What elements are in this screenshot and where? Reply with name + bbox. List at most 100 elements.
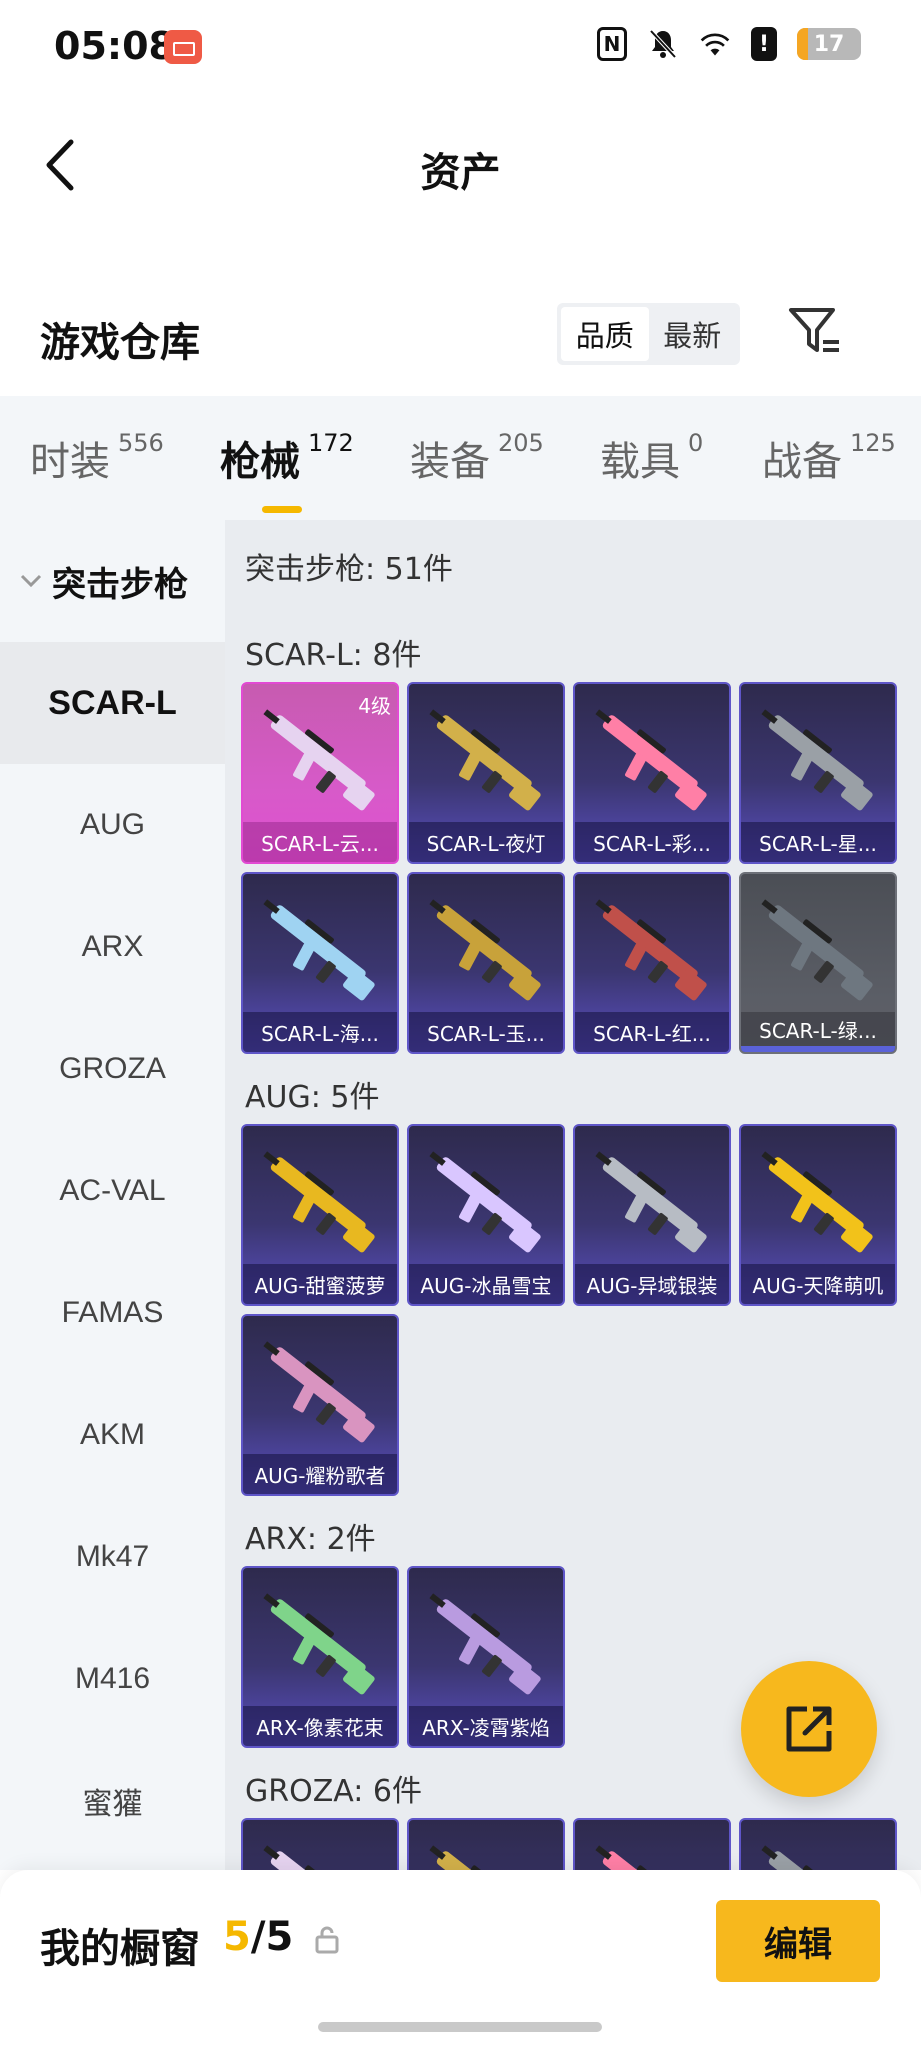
weapon-rifle-icon [761, 1151, 873, 1253]
weapon-name: SCAR-L-云... [243, 822, 397, 862]
weapon-card[interactable] [739, 1818, 897, 1870]
weapon-card[interactable] [573, 1818, 731, 1870]
sidebar-item-m416[interactable]: M416 [0, 1618, 225, 1740]
level-badge: 4级 [358, 694, 391, 718]
weapon-name: AUG-甜蜜菠萝 [243, 1264, 397, 1304]
sidebar-item-honey-badger[interactable]: 蜜獾 [0, 1740, 225, 1862]
page-title: 资产 [420, 150, 501, 196]
weapon-card[interactable]: SCAR-L-玉... [407, 872, 565, 1054]
mute-bell-icon [647, 26, 679, 62]
showcase-bar: 我的橱窗 5/5 编辑 [0, 1870, 921, 2050]
section-title: GROZA: 6件 [245, 1774, 422, 1809]
chevron-down-icon [20, 574, 42, 588]
tab-equipment[interactable]: 装备 205 [410, 429, 544, 487]
weapon-card[interactable]: SCAR-L-夜灯 [407, 682, 565, 864]
sort-latest-option[interactable]: 最新 [649, 307, 737, 361]
tab-weapons[interactable]: 枪械 172 [220, 429, 354, 513]
weapon-card[interactable]: AUG-天降萌叽 [739, 1124, 897, 1306]
tab-supplies[interactable]: 战备 125 [762, 429, 896, 487]
sort-quality-option[interactable]: 品质 [561, 307, 649, 361]
sidebar-item-groza[interactable]: GROZA [0, 1008, 225, 1130]
weapon-rifle-icon [761, 899, 873, 1001]
status-bar: 05:08 N ! 17 [0, 0, 921, 100]
weapon-name: AUG-冰晶雪宝 [409, 1264, 563, 1304]
category-tabs: 时装 556 枪械 172 装备 205 载具 0 战备 125 [0, 396, 921, 520]
showcase-label: 我的橱窗 [40, 1926, 200, 1972]
share-button[interactable] [741, 1661, 877, 1797]
weapon-name: AUG-异域银装 [575, 1264, 729, 1304]
section-title: SCAR-L: 8件 [245, 638, 422, 673]
alert-icon: ! [751, 27, 777, 61]
home-indicator[interactable] [318, 2022, 602, 2032]
filter-icon [789, 308, 839, 352]
weapon-card[interactable]: ARX-凌霄紫焰 [407, 1566, 565, 1748]
nfc-icon: N [597, 27, 627, 61]
battery-level: 17 [813, 31, 845, 57]
weapon-card[interactable]: AUG-耀粉歌者 [241, 1314, 399, 1496]
tab-label: 时装 [30, 439, 110, 485]
weapon-rifle-icon [263, 1845, 366, 1870]
sort-toggle: 品质 最新 [557, 303, 740, 365]
showcase-used: 5 [223, 1914, 251, 1960]
tab-count: 205 [498, 429, 544, 457]
weapon-name: SCAR-L-红... [575, 1012, 729, 1052]
weapon-name: SCAR-L-彩... [575, 822, 729, 862]
weapon-rifle-icon [761, 709, 873, 811]
filter-button[interactable] [785, 302, 845, 362]
sidebar-item-ac-val[interactable]: AC-VAL [0, 1130, 225, 1252]
battery-icon: 17 [797, 28, 861, 60]
weapon-rifle-icon [263, 1151, 375, 1253]
tab-label: 装备 [410, 439, 490, 485]
weapon-card[interactable]: SCAR-L-海... [241, 872, 399, 1054]
app-header: 资产 [0, 100, 921, 230]
wifi-icon [699, 26, 731, 62]
showcase-total: /5 [250, 1914, 294, 1960]
section-title: AUG: 5件 [245, 1080, 380, 1115]
weapon-card[interactable]: SCAR-L-星... [739, 682, 897, 864]
weapon-card[interactable]: SCAR-L-绿... [739, 872, 897, 1054]
sidebar-item-aug[interactable]: AUG [0, 764, 225, 886]
edit-button[interactable]: 编辑 [716, 1900, 880, 1982]
sidebar-item-famas[interactable]: FAMAS [0, 1252, 225, 1374]
tab-vehicles[interactable]: 载具 0 [600, 429, 703, 487]
showcase-count: 5/5 [223, 1914, 293, 1960]
weapon-name: ARX-凌霄紫焰 [409, 1706, 563, 1746]
tab-count: 125 [850, 429, 896, 457]
weapon-rifle-icon [429, 1151, 541, 1253]
sidebar-item-scar-l[interactable]: SCAR-L [0, 642, 225, 764]
weapon-rifle-icon [429, 899, 541, 1001]
weapon-rifle-icon [595, 1151, 707, 1253]
sidebar-item-mk47[interactable]: Mk47 [0, 1496, 225, 1618]
weapon-rifle-icon [595, 709, 707, 811]
section-title: ARX: 2件 [245, 1522, 376, 1557]
weapon-card[interactable]: SCAR-L-彩... [573, 682, 731, 864]
tab-label: 战备 [762, 439, 842, 485]
weapon-rifle-icon [429, 1593, 541, 1695]
weapon-type-sidebar: 突击步枪 SCAR-L AUG ARX GROZA AC-VAL FAMAS A… [0, 520, 225, 1870]
weapon-card[interactable] [407, 1818, 565, 1870]
weapon-name: SCAR-L-星... [741, 822, 895, 862]
sidebar-item-akm[interactable]: AKM [0, 1374, 225, 1496]
weapon-card[interactable]: AUG-冰晶雪宝 [407, 1124, 565, 1306]
weapon-card[interactable]: SCAR-L-红... [573, 872, 731, 1054]
sidebar-group-label: 突击步枪 [52, 564, 188, 605]
weapon-card[interactable]: AUG-异域银装 [573, 1124, 731, 1306]
tab-fashion[interactable]: 时装 556 [30, 429, 164, 487]
weapon-card[interactable]: AUG-甜蜜菠萝 [241, 1124, 399, 1306]
lock-icon [315, 1926, 339, 1954]
weapon-rifle-icon [429, 709, 541, 811]
share-icon [786, 1706, 832, 1752]
sidebar-item-arx[interactable]: ARX [0, 886, 225, 1008]
weapon-rifle-icon [595, 899, 707, 1001]
weapon-card[interactable]: ARX-像素花束 [241, 1566, 399, 1748]
weapon-rifle-icon [595, 1845, 698, 1870]
weapon-rifle-icon [263, 899, 375, 1001]
status-icons: N ! 17 [597, 26, 861, 62]
weapon-card[interactable]: 4级 SCAR-L-云... [241, 682, 399, 864]
weapon-name: SCAR-L-绿... [741, 1012, 895, 1052]
weapon-name: ARX-像素花束 [243, 1706, 397, 1746]
warehouse-title: 游戏仓库 [40, 320, 200, 366]
sidebar-group-assault-rifles[interactable]: 突击步枪 [0, 520, 225, 642]
weapon-card[interactable] [241, 1818, 399, 1870]
weapon-rifle-icon [429, 1845, 532, 1870]
